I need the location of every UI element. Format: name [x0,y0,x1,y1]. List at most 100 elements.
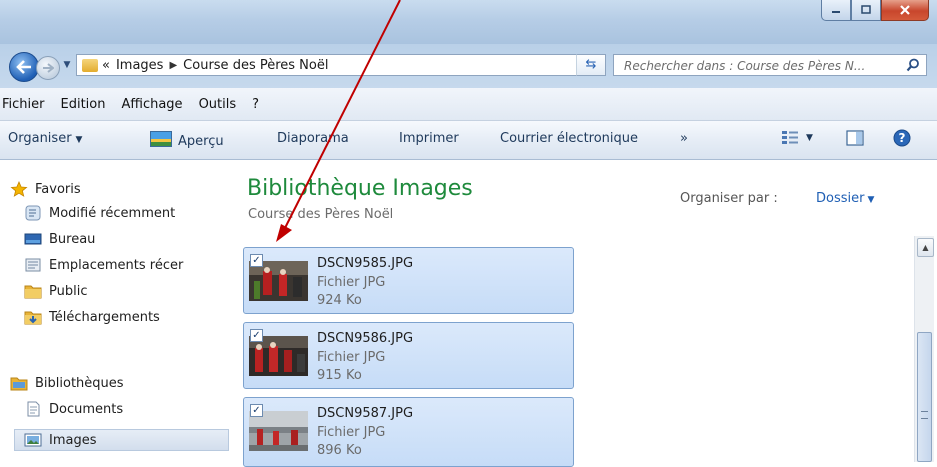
desktop-icon [24,233,42,245]
preview-label: Aperçu [178,134,224,149]
minimize-icon [832,11,840,13]
nav-item-label: Images [49,432,97,448]
library-subtitle: Course des Pères Noël [248,207,394,222]
organise-button[interactable]: Organiser ▼ [8,131,82,146]
forward-arrow-icon [43,63,54,73]
command-bar: Organiser ▼ Aperçu Diaporama Imprimer Cou… [0,121,937,160]
search-icon[interactable] [906,58,920,72]
breadcrumb-current-folder[interactable]: Course des Pères Noël [183,58,328,73]
menu-bar: Fichier Edition Affichage Outils ? [0,88,937,121]
preview-pane-button[interactable] [846,130,864,150]
menu-affichage[interactable]: Affichage [113,97,190,112]
public-folder-icon [24,285,42,299]
svg-text:?: ? [899,131,906,145]
vertical-scrollbar[interactable]: ▲ [914,236,934,462]
libraries-icon [10,377,28,391]
pictures-library-icon [24,433,42,447]
arrange-dropdown-icon: ▼ [867,195,875,205]
nav-item-images[interactable]: Images [14,429,229,451]
back-button[interactable] [9,52,39,82]
maximize-button[interactable] [851,0,881,21]
nav-favorites-label: Favoris [35,181,81,197]
nav-item-label: Bureau [49,231,96,247]
nav-item-recent-places[interactable]: Modifié récemment [24,205,175,221]
address-bar[interactable]: « Images ▶ Course des Pères Noël ▼ [76,54,594,76]
file-size: 896 Ko [317,443,362,458]
nav-favorites[interactable]: Favoris [10,181,81,197]
menu-help[interactable]: ? [244,97,267,112]
print-button[interactable]: Imprimer [399,131,459,146]
organise-label: Organiser [8,131,72,146]
arrange-by-value: Dossier [816,191,865,206]
menu-outils[interactable]: Outils [191,97,245,112]
menu-fichier[interactable]: Fichier [0,97,53,112]
file-item[interactable]: ✓ DSCN9585.JPG Fichier JPG 924 Ko [243,247,574,314]
address-overflow-chevron[interactable]: « [102,58,110,73]
minimize-button[interactable] [821,0,851,21]
preview-icon [150,131,172,147]
breadcrumb-images[interactable]: Images [116,58,164,73]
nav-item-public[interactable]: Public [24,283,87,299]
maximize-icon [861,5,871,14]
menu-edition[interactable]: Edition [53,97,114,112]
scroll-thumb[interactable] [917,332,932,462]
refresh-icon: ⇆ [585,57,597,72]
downloads-folder-icon [24,311,42,325]
more-commands-button[interactable]: » [680,131,688,146]
nav-item-label: Documents [49,401,124,417]
help-button[interactable]: ? [893,129,911,151]
forward-button[interactable] [36,56,60,80]
help-icon: ? [893,129,911,147]
file-item[interactable]: ✓ DSCN9587.JPG Fichier JPG 896 Ko [243,397,574,467]
title-bar [0,0,937,44]
history-dropdown-icon[interactable]: ▼ [62,60,72,70]
organise-dropdown-icon: ▼ [75,135,83,145]
navigation-bar: ▼ « Images ▶ Course des Pères Noël ▼ ⇆ [0,44,937,88]
documents-icon [27,401,40,417]
search-box[interactable] [613,54,927,76]
close-icon [900,5,910,15]
nav-item-documents[interactable]: Documents [24,401,123,417]
folder-icon [82,58,98,72]
nav-libraries[interactable]: Bibliothèques [10,375,124,391]
nav-item-desktop[interactable]: Bureau [24,231,95,247]
scroll-up-icon[interactable]: ▲ [917,238,934,257]
library-title: Bibliothèque Images [247,176,473,201]
email-button[interactable]: Courrier électronique [500,131,638,146]
file-type: Fichier JPG [317,425,386,440]
view-dropdown-icon[interactable]: ▼ [806,133,813,143]
refresh-button[interactable]: ⇆ [576,54,606,76]
nav-item-label: Emplacements récer [49,257,184,273]
star-icon [10,181,28,197]
photo-thumbnail [249,336,308,376]
close-button[interactable] [881,0,929,21]
preview-button[interactable]: Aperçu [150,131,224,149]
nav-item-label: Public [49,283,88,299]
network-places-icon [25,258,41,272]
file-checkbox[interactable]: ✓ [250,329,263,342]
window-controls [821,0,929,22]
file-checkbox[interactable]: ✓ [250,254,263,267]
file-name: DSCN9587.JPG [317,406,414,421]
change-view-button[interactable] [781,130,799,150]
view-options-icon [782,131,798,144]
file-type: Fichier JPG [317,275,386,290]
file-checkbox[interactable]: ✓ [250,404,263,417]
file-item[interactable]: ✓ DSCN9586.JPG Fichier JPG 915 Ko [243,322,574,389]
navigation-pane: Favoris Modifié récemment Bureau Emplace… [0,160,233,462]
photo-thumbnail [249,411,308,451]
nav-item-label: Modifié récemment [49,205,176,221]
nav-item-label: Téléchargements [49,309,160,325]
arrange-by-dropdown[interactable]: Dossier ▼ [816,191,874,206]
breadcrumb-separator-icon[interactable]: ▶ [169,60,177,71]
file-size: 915 Ko [317,368,362,383]
file-name: DSCN9585.JPG [317,256,414,271]
search-input[interactable] [622,56,906,76]
file-type: Fichier JPG [317,350,386,365]
slideshow-button[interactable]: Diaporama [277,131,349,146]
recent-places-icon [25,205,41,221]
nav-item-network-places[interactable]: Emplacements récer [24,257,183,273]
nav-item-downloads[interactable]: Téléchargements [24,309,160,325]
arrange-by-label: Organiser par : [680,191,778,206]
photo-thumbnail [249,261,308,301]
